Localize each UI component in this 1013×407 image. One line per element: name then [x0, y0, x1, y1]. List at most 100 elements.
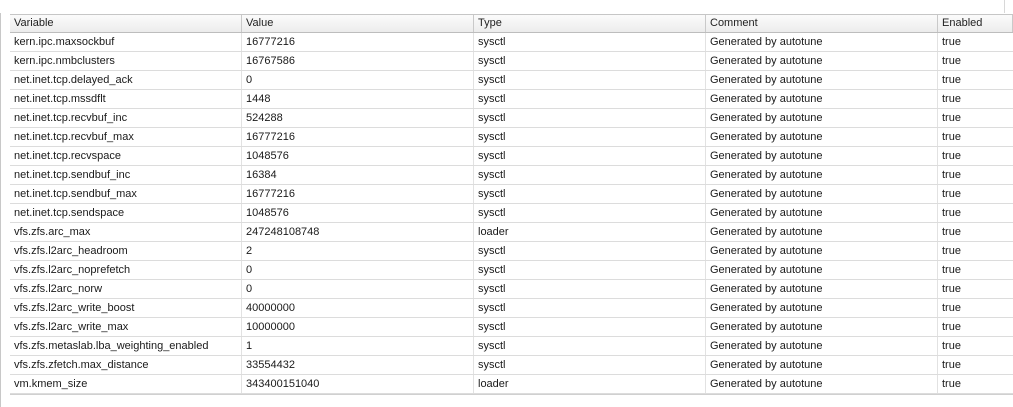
column-header-variable[interactable]: Variable: [10, 15, 242, 32]
table-row[interactable]: net.inet.tcp.recvbuf_max 16777216 sysctl Ge…: [10, 128, 1013, 147]
cell-value: 33554432: [242, 356, 474, 374]
cell-type: sysctl: [474, 33, 706, 51]
table-row[interactable]: net.inet.tcp.recvbuf_inc 524288 sysctl Gene…: [10, 109, 1013, 128]
cell-comment: Generated by autotune: [706, 261, 938, 279]
table-row[interactable]: vfs.zfs.l2arc_headroom 2 sysctl Generated b…: [10, 242, 1013, 261]
cell-comment: Generated by autotune: [706, 109, 938, 127]
cell-type: sysctl: [474, 109, 706, 127]
table-row[interactable]: net.inet.tcp.delayed_ack 0 sysctl Generated…: [10, 71, 1013, 90]
grid-header: Variable Value Type Comment Enabled: [10, 14, 1013, 33]
tunables-grid: Variable Value Type Comment Enabled kern…: [10, 14, 1013, 394]
cell-comment: Generated by autotune: [706, 204, 938, 222]
cell-enabled: true: [942, 93, 961, 105]
cell-enabled: true: [942, 359, 961, 371]
cell-type: loader: [474, 223, 706, 241]
cell-comment: Generated by autotune: [706, 318, 938, 336]
cell-value: 0: [242, 71, 474, 89]
cell-enabled: true: [942, 188, 961, 200]
cell-comment: Generated by autotune: [706, 223, 938, 241]
table-row[interactable]: vfs.zfs.l2arc_norw 0 sysctl Generated by au…: [10, 280, 1013, 299]
column-header-comment[interactable]: Comment: [706, 15, 938, 32]
cell-type: sysctl: [474, 356, 706, 374]
column-header-enabled[interactable]: Enabled: [938, 15, 1013, 32]
cell-comment: Generated by autotune: [706, 33, 938, 51]
cell-enabled: true: [942, 55, 961, 67]
cell-comment: Generated by autotune: [706, 71, 938, 89]
cell-enabled: true: [942, 264, 961, 276]
table-row[interactable]: net.inet.tcp.sendbuf_max 16777216 sysctl Ge…: [10, 185, 1013, 204]
cell-comment: Generated by autotune: [706, 337, 938, 355]
cell-enabled: true: [942, 150, 961, 162]
cell-comment: Generated by autotune: [706, 147, 938, 165]
cell-value: 343400151040: [242, 375, 474, 393]
cell-value: 16777216: [242, 128, 474, 146]
cell-type: sysctl: [474, 337, 706, 355]
cell-type: sysctl: [474, 299, 706, 317]
cell-value: 10000000: [242, 318, 474, 336]
cell-variable: vfs.zfs.l2arc_headroom: [10, 242, 242, 260]
cell-variable: kern.ipc.nmbclusters: [10, 52, 242, 70]
column-header-type[interactable]: Type: [474, 15, 706, 32]
cell-enabled: true: [942, 283, 961, 295]
cell-type: sysctl: [474, 261, 706, 279]
table-row[interactable]: vm.kmem_size 343400151040 loader Generated …: [10, 375, 1013, 394]
cell-type: loader: [474, 375, 706, 393]
cell-comment: Generated by autotune: [706, 242, 938, 260]
table-row[interactable]: net.inet.tcp.recvspace 1048576 sysctl Gener…: [10, 147, 1013, 166]
table-row[interactable]: net.inet.tcp.sendbuf_inc 16384 sysctl Gener…: [10, 166, 1013, 185]
table-row[interactable]: net.inet.tcp.mssdflt 1448 sysctl Generated …: [10, 90, 1013, 109]
table-row[interactable]: vfs.zfs.l2arc_write_max 10000000 sysctl Gen…: [10, 318, 1013, 337]
table-row[interactable]: net.inet.tcp.sendspace 1048576 sysctl Gener…: [10, 204, 1013, 223]
cell-variable: net.inet.tcp.recvbuf_inc: [10, 109, 242, 127]
cell-value: 0: [242, 261, 474, 279]
cell-enabled: true: [942, 36, 961, 48]
table-row[interactable]: vfs.zfs.l2arc_noprefetch 0 sysctl Generated…: [10, 261, 1013, 280]
cell-variable: vfs.zfs.l2arc_norw: [10, 280, 242, 298]
column-header-value[interactable]: Value: [242, 15, 474, 32]
cell-enabled: true: [942, 321, 961, 333]
table-row[interactable]: vfs.zfs.l2arc_write_boost 40000000 sysctl G…: [10, 299, 1013, 318]
cell-value: 1448: [242, 90, 474, 108]
cell-value: 524288: [242, 109, 474, 127]
cell-type: sysctl: [474, 52, 706, 70]
cell-enabled: true: [942, 207, 961, 219]
cell-enabled: true: [942, 302, 961, 314]
cell-type: sysctl: [474, 71, 706, 89]
cell-value: 2: [242, 242, 474, 260]
cell-type: sysctl: [474, 280, 706, 298]
cell-variable: vfs.zfs.l2arc_noprefetch: [10, 261, 242, 279]
cell-variable: vfs.zfs.l2arc_write_boost: [10, 299, 242, 317]
cell-value: 247248108748: [242, 223, 474, 241]
cell-variable: vm.kmem_size: [10, 375, 242, 393]
cell-variable: net.inet.tcp.delayed_ack: [10, 71, 242, 89]
table-row[interactable]: kern.ipc.nmbclusters 16767586 sysctl Genera…: [10, 52, 1013, 71]
cell-variable: net.inet.tcp.sendbuf_inc: [10, 166, 242, 184]
cell-enabled: true: [942, 169, 961, 181]
cell-enabled: true: [942, 112, 961, 124]
cell-value: 1048576: [242, 204, 474, 222]
cell-type: sysctl: [474, 147, 706, 165]
cell-enabled: true: [942, 131, 961, 143]
table-row[interactable]: vfs.zfs.metaslab.lba_weighting_enabled 1 s…: [10, 337, 1013, 356]
cell-variable: vfs.zfs.arc_max: [10, 223, 242, 241]
cell-comment: Generated by autotune: [706, 185, 938, 203]
cell-variable: net.inet.tcp.sendspace: [10, 204, 242, 222]
cell-variable: net.inet.tcp.mssdflt: [10, 90, 242, 108]
table-row[interactable]: vfs.zfs.zfetch.max_distance 33554432 sysct…: [10, 356, 1013, 375]
grid-body: kern.ipc.maxsockbuf 16777216 sysctl Generat…: [10, 33, 1013, 394]
cell-variable: net.inet.tcp.recvbuf_max: [10, 128, 242, 146]
cell-variable: vfs.zfs.zfetch.max_distance: [10, 356, 242, 374]
tunables-view: Variable Value Type Comment Enabled kern…: [0, 0, 1013, 407]
table-row[interactable]: vfs.zfs.arc_max 247248108748 loader Generat…: [10, 223, 1013, 242]
grid-bottom-border: [10, 394, 1013, 395]
top-strip: [0, 0, 1013, 13]
table-row[interactable]: kern.ipc.maxsockbuf 16777216 sysctl Generat…: [10, 33, 1013, 52]
cell-enabled: true: [942, 245, 961, 257]
cell-variable: net.inet.tcp.recvspace: [10, 147, 242, 165]
cell-value: 16777216: [242, 185, 474, 203]
cell-comment: Generated by autotune: [706, 375, 938, 393]
cell-enabled: true: [942, 226, 961, 238]
cell-comment: Generated by autotune: [706, 166, 938, 184]
cell-enabled: true: [942, 340, 961, 352]
cell-value: 16384: [242, 166, 474, 184]
